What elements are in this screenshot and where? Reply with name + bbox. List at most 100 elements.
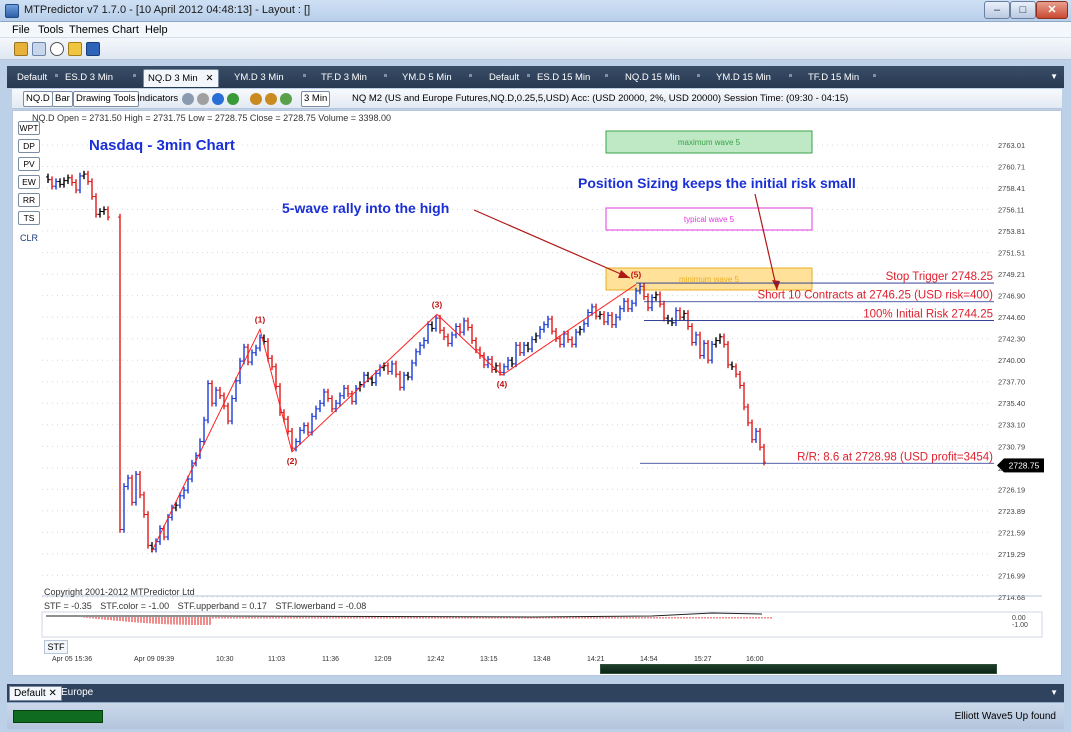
maximize-icon[interactable]: □ [1010, 1, 1036, 19]
copyright-text: Copyright 2001-2012 MTPredictor Ltd [44, 587, 195, 597]
close-icon[interactable]: ✕ [1036, 1, 1068, 19]
menu-file[interactable]: File [12, 24, 30, 36]
minimize-icon[interactable]: – [984, 1, 1010, 19]
stf-upperband[interactable]: STF.upperband = 0.17 [178, 601, 267, 611]
symbol-button[interactable]: NQ.D [23, 91, 53, 107]
stf-axis-label: 0.00 [1012, 615, 1026, 622]
chart-scrollbar[interactable] [600, 664, 997, 674]
y-tick-label: 2719.29 [998, 550, 1025, 559]
wave-label: (1) [255, 314, 266, 324]
x-tick-label: 13:15 [480, 656, 498, 663]
x-tick-label: Apr 09 09:39 [134, 656, 175, 663]
chart-icon[interactable] [32, 42, 46, 56]
x-tick-label: 13:48 [533, 656, 551, 663]
y-tick-label: 2760.71 [998, 163, 1025, 172]
tab-ym-5min[interactable]: YM.D 5 Min [402, 69, 452, 87]
wpt-button[interactable]: WPT [18, 121, 40, 135]
wave-label: (2) [287, 456, 298, 466]
x-tick-label: 12:42 [427, 656, 445, 663]
clear-button[interactable]: CLR [20, 233, 38, 243]
chart-tab-strip: Default ES.D 3 Min NQ.D 3 Min ✕ YM.D 3 M… [7, 66, 1064, 88]
y-tick-label: 2716.99 [998, 571, 1025, 580]
pin-icon[interactable] [68, 42, 82, 56]
status-text: Elliott Wave5 Up found [954, 711, 1056, 722]
add-icon[interactable] [227, 93, 239, 105]
eye-icon[interactable] [50, 42, 64, 56]
annotation-position-sizing: Position Sizing keeps the initial risk s… [578, 175, 856, 191]
layout-tab-default[interactable]: Default ✕ [9, 686, 62, 701]
y-tick-label: 2730.79 [998, 442, 1025, 451]
rr-button[interactable]: RR [18, 193, 40, 207]
pv-button[interactable]: PV [18, 157, 40, 171]
annotation-rally: 5-wave rally into the high [282, 200, 449, 216]
y-tick-label: 2742.30 [998, 335, 1025, 344]
bar-type-button[interactable]: Bar [52, 91, 73, 107]
layout-overflow-icon[interactable]: ▼ [1050, 688, 1058, 697]
tab-default-2[interactable]: Default [489, 69, 519, 87]
menu-help[interactable]: Help [145, 24, 168, 36]
drawing-tools-button[interactable]: Drawing Tools [73, 91, 139, 107]
tab-tf-3min[interactable]: TF.D 3 Min [321, 69, 367, 87]
stf-color[interactable]: STF.color = -1.00 [100, 601, 169, 611]
x-tick-label: 12:09 [374, 656, 392, 663]
chart-toolbar: NQ.D Bar Drawing Tools Indicators 3 Min … [12, 89, 1062, 109]
stf-tab[interactable]: STF [44, 640, 68, 654]
main-toolbar [0, 38, 1071, 60]
x-tick-label: 11:03 [268, 656, 285, 663]
zoom-in-icon[interactable] [250, 93, 262, 105]
y-tick-label: 2723.89 [998, 507, 1025, 516]
tab-overflow-icon[interactable]: ▼ [1050, 72, 1058, 81]
close-tab-icon[interactable]: ✕ [48, 688, 56, 699]
tab-ym-3min[interactable]: YM.D 3 Min [234, 69, 284, 87]
menu-chart[interactable]: Chart [112, 24, 139, 36]
dp-button[interactable]: DP [18, 139, 40, 153]
chart-title: Nasdaq - 3min Chart [89, 137, 235, 154]
wave-label: (5) [631, 269, 642, 279]
y-tick-label: 2753.81 [998, 227, 1025, 236]
open-folder-icon[interactable] [14, 42, 28, 56]
menu-themes[interactable]: Themes [69, 24, 109, 36]
y-tick-label: 2726.19 [998, 485, 1025, 494]
tab-ym-15min[interactable]: YM.D 15 Min [716, 69, 771, 87]
settings-icon[interactable] [280, 93, 292, 105]
print-icon[interactable] [182, 93, 194, 105]
interval-button[interactable]: 3 Min [301, 91, 331, 107]
target-zone-label: maximum wave 5 [678, 138, 741, 147]
window-title: MTPredictor v7 1.7.0 - [10 April 2012 04… [24, 4, 311, 16]
menu-tools[interactable]: Tools [38, 24, 64, 36]
close-tab-icon[interactable]: ✕ [206, 73, 214, 84]
y-tick-label: 2721.59 [998, 528, 1025, 537]
ew-button[interactable]: EW [18, 175, 40, 189]
stf-lowerband[interactable]: STF.lowerband = -0.08 [275, 601, 366, 611]
gear-icon[interactable] [197, 93, 209, 105]
status-progress [13, 710, 103, 723]
y-tick-label: 2756.11 [998, 206, 1025, 215]
tab-nq-15min[interactable]: NQ.D 15 Min [625, 69, 680, 87]
y-tick-label: 2751.51 [998, 249, 1025, 258]
ts-button[interactable]: TS [18, 211, 40, 225]
tab-es-15min[interactable]: ES.D 15 Min [537, 69, 590, 87]
window-title-bar: MTPredictor v7 1.7.0 - [10 April 2012 04… [0, 0, 1071, 22]
layout-tab-europe[interactable]: Europe [61, 686, 93, 701]
indicators-label[interactable]: Indicators [137, 93, 178, 104]
target-zone-label: typical wave 5 [684, 215, 735, 224]
y-tick-label: 2749.21 [998, 270, 1025, 279]
ohlc-readout: NQ.D Open = 2731.50 High = 2731.75 Low =… [32, 113, 392, 123]
x-tick-label: 11:36 [322, 656, 339, 663]
tab-es-3min[interactable]: ES.D 3 Min [65, 69, 113, 87]
zoom-out-icon[interactable] [265, 93, 277, 105]
info-icon[interactable] [212, 93, 224, 105]
tab-default[interactable]: Default [17, 69, 47, 87]
trade-level-label: R/R: 8.6 at 2728.98 (USD profit=3454) [797, 451, 993, 463]
stf-value[interactable]: STF = -0.35 [44, 601, 92, 611]
tab-tf-15min[interactable]: TF.D 15 Min [808, 69, 859, 87]
y-tick-label: 2746.90 [998, 292, 1025, 301]
save-icon[interactable] [86, 42, 100, 56]
wave-label: (4) [497, 379, 508, 389]
y-tick-label: 2740.00 [998, 356, 1025, 365]
tab-nq-3min[interactable]: NQ.D 3 Min ✕ [143, 69, 219, 87]
trade-level-label: 100% Initial Risk 2744.25 [863, 308, 993, 320]
x-tick-label: 14:54 [640, 656, 658, 663]
x-tick-label: 10:30 [216, 656, 234, 663]
trade-level-label: Stop Trigger 2748.25 [886, 271, 993, 283]
